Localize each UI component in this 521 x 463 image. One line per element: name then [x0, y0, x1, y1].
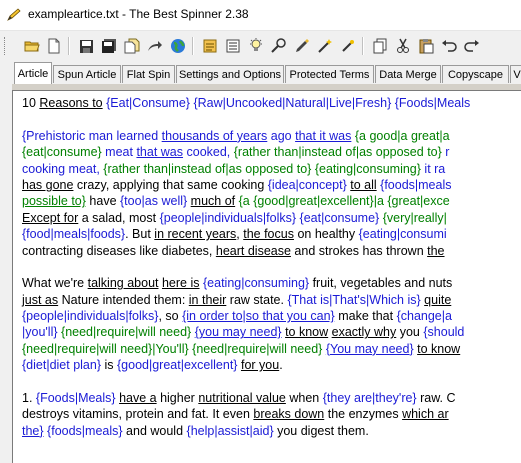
undo-icon[interactable]	[439, 36, 459, 56]
toolbar-separator	[192, 37, 194, 55]
tab-bar: Article Spun Article Flat Spin Settings …	[0, 60, 521, 144]
globe-icon[interactable]	[168, 36, 188, 56]
text-line: {food|meals|foods}. But in recent years,…	[22, 227, 447, 242]
tab-flat-spin[interactable]: Flat Spin	[122, 65, 175, 83]
save-all-icon[interactable]	[99, 36, 119, 56]
copy-document-icon[interactable]	[122, 36, 142, 56]
window-title: exampleartice.txt - The Best Spinner 2.3…	[28, 7, 249, 21]
text-line: cooking meat, {rather than|instead of|as…	[22, 161, 446, 176]
text-line: destroys vitamins, protein and fat. It e…	[22, 407, 449, 422]
paste-icon[interactable]	[416, 36, 436, 56]
text-line: contracting diseases like diabetes, hear…	[22, 243, 445, 258]
list-icon[interactable]	[223, 36, 243, 56]
share-arrow-icon[interactable]	[145, 36, 165, 56]
tab-protected-terms[interactable]: Protected Terms	[285, 65, 374, 83]
toolbar	[0, 30, 521, 62]
text-line: {people|individuals|folks}, so {in order…	[22, 309, 452, 324]
tab-spun-article[interactable]: Spun Article	[53, 65, 121, 83]
pencil-icon	[7, 8, 21, 21]
left-gutter	[0, 84, 12, 463]
tab-settings-and-options[interactable]: Settings and Options	[176, 65, 284, 83]
wand-icon[interactable]	[338, 36, 358, 56]
redo-icon[interactable]	[462, 36, 482, 56]
text-line: possible to} have {too|as well} much of …	[22, 194, 450, 209]
bulb-icon[interactable]	[246, 36, 266, 56]
article-text[interactable]: 10 Reasons to {Eat|Consume} {Raw|Uncooke…	[22, 95, 521, 439]
tab-more[interactable]: V	[510, 65, 521, 83]
text-line: What we're talking about here is {eating…	[22, 276, 453, 291]
notes-icon[interactable]	[200, 36, 220, 56]
magic-wand-icon[interactable]	[315, 36, 335, 56]
text-line: Except for a salad, most {people|individ…	[22, 210, 447, 225]
tab-data-merge[interactable]: Data Merge	[375, 65, 441, 83]
tab-copyscape[interactable]: Copyscape	[442, 65, 509, 83]
save-icon[interactable]	[76, 36, 96, 56]
copy-icon[interactable]	[370, 36, 390, 56]
text-line: 1. {Foods|Meals} have a higher nutrition…	[22, 391, 456, 406]
open-folder-icon[interactable]	[22, 36, 42, 56]
title-bar: exampleartice.txt - The Best Spinner 2.3…	[0, 0, 521, 30]
text-line: {eat|consume} meat that was cooked, {rat…	[22, 145, 450, 160]
text-line: {Prehistoric man learned thousands of ye…	[22, 128, 450, 143]
cut-icon[interactable]	[393, 36, 413, 56]
text-line: the} {foods|meals} and would {help|assis…	[22, 423, 369, 438]
text-line: has gone crazy, applying that same cooki…	[22, 177, 452, 192]
text-line: just as Nature intended them: in their r…	[22, 292, 452, 307]
new-document-icon[interactable]	[44, 36, 64, 56]
article-editor[interactable]: 10 Reasons to {Eat|Consume} {Raw|Uncooke…	[12, 90, 521, 463]
text-line: |you'll} {need|require|will need} {you m…	[22, 325, 465, 340]
toolbar-separator	[362, 37, 364, 55]
text-line: 10 Reasons to {Eat|Consume} {Raw|Uncooke…	[22, 96, 471, 110]
text-line: {diet|diet plan} is {good|great|excellen…	[22, 358, 283, 373]
tab-article[interactable]: Article	[14, 62, 52, 84]
brush-icon[interactable]	[292, 36, 312, 56]
toolbar-separator	[68, 37, 70, 55]
toolbar-grip[interactable]	[4, 37, 8, 55]
text-line: {need|require|will need}|You'll} {need|r…	[22, 341, 461, 356]
search-wand-icon[interactable]	[269, 36, 289, 56]
